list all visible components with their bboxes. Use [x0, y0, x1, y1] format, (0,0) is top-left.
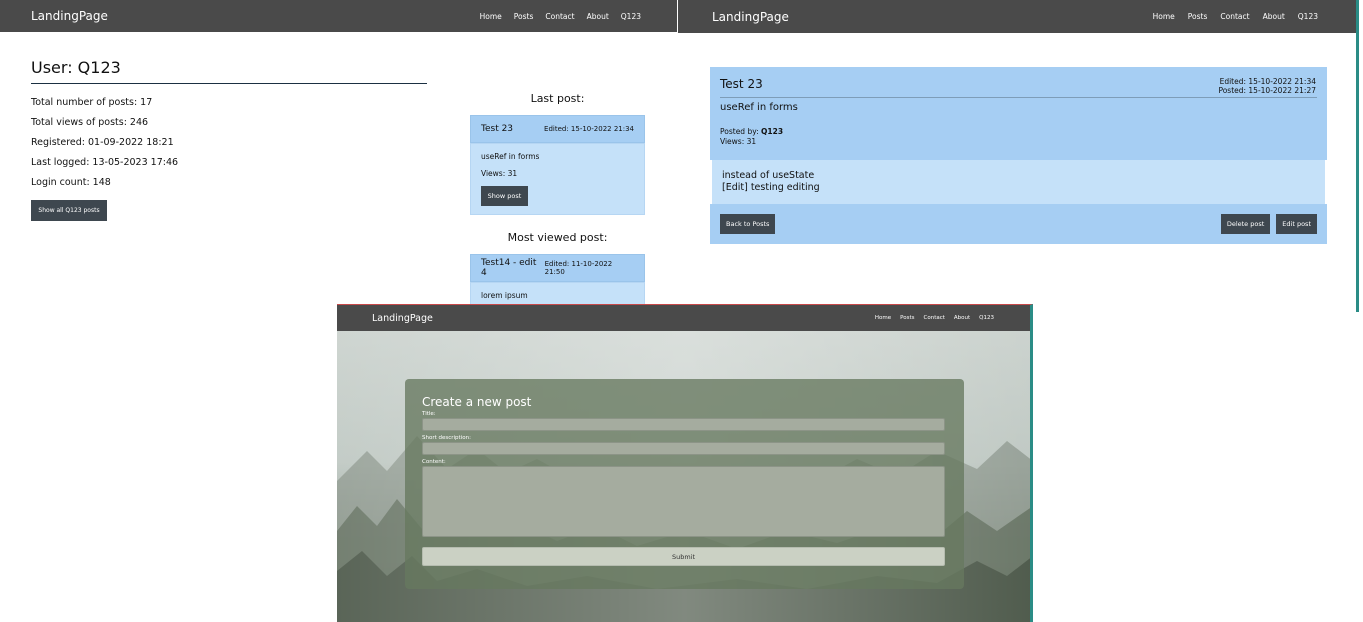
card-header: Test 23 Edited: 15-10-2022 21:34 — [470, 115, 645, 143]
post-meta: Posted by: Q123 Views: 31 — [720, 127, 1317, 147]
nav-links: Home Posts Contact About Q123 — [468, 12, 641, 21]
nav-contact[interactable]: Contact — [924, 315, 945, 321]
nav-posts[interactable]: Posts — [514, 12, 534, 21]
stat-last-logged: Last logged: 13-05-2023 17:46 — [31, 156, 178, 176]
card-edited: Edited: 11-10-2022 21:50 — [544, 260, 613, 276]
user-title: User: Q123 — [31, 58, 121, 77]
submit-button[interactable]: Submit — [422, 547, 945, 566]
content-line: [Edit] testing editing — [722, 182, 820, 193]
user-stats: Total number of posts: 17 Total views of… — [31, 96, 178, 196]
posted-by-label: Posted by: — [720, 127, 762, 136]
short-description-input[interactable] — [422, 442, 945, 455]
post-footer: Back to Posts Delete post Edit post — [710, 204, 1327, 244]
stat-label: Total number of posts: — [31, 97, 141, 108]
header-divider — [720, 97, 1317, 98]
nav-user[interactable]: Q123 — [621, 12, 641, 21]
last-post-heading: Last post: — [530, 92, 585, 105]
stat-label: Total views of posts: — [31, 117, 130, 128]
short-description-field-group: Short description: — [422, 435, 947, 455]
nav-links: Home Posts Contact About Q123 — [866, 315, 994, 321]
post-views: Views: 31 — [720, 137, 757, 146]
stat-value: 01-09-2022 18:21 — [88, 137, 174, 148]
post-posted: Posted: 15-10-2022 21:27 — [1218, 86, 1316, 95]
post-dates: Edited: 15-10-2022 21:34 Posted: 15-10-2… — [1218, 77, 1316, 95]
nav-contact[interactable]: Contact — [545, 12, 574, 21]
stat-value: 246 — [129, 117, 149, 128]
edit-post-button[interactable]: Edit post — [1276, 214, 1317, 234]
create-post-window: LandingPage Home Posts Contact About Q12… — [337, 304, 1033, 622]
nav-posts[interactable]: Posts — [900, 315, 914, 321]
nav-contact[interactable]: Contact — [1220, 12, 1249, 21]
stat-label: Last logged: — [31, 157, 93, 168]
nav-links: Home Posts Contact About Q123 — [1140, 12, 1318, 21]
posted-by-user[interactable]: Q123 — [761, 127, 783, 136]
navbar: LandingPage Home Posts Contact About Q12… — [678, 0, 1356, 33]
card-edited: Edited: 15-10-2022 21:34 — [544, 125, 634, 133]
last-post-card: Test 23 Edited: 15-10-2022 21:34 useRef … — [470, 115, 645, 215]
stat-label: Registered: — [31, 137, 88, 148]
content-label: Content: — [422, 459, 446, 465]
title-divider — [31, 83, 427, 84]
stat-registered: Registered: 01-09-2022 18:21 — [31, 136, 178, 156]
card-description: useRef in forms — [481, 152, 540, 161]
brand-logo[interactable]: LandingPage — [372, 313, 433, 324]
nav-about[interactable]: About — [954, 315, 970, 321]
post-actions: Delete post Edit post — [1215, 214, 1317, 234]
brand-logo[interactable]: LandingPage — [712, 10, 789, 24]
post-detail: Test 23 Edited: 15-10-2022 21:34 Posted:… — [710, 67, 1327, 244]
most-viewed-heading: Most viewed post: — [507, 231, 608, 244]
nav-home[interactable]: Home — [480, 12, 502, 21]
card-title[interactable]: Test 23 — [481, 124, 513, 134]
post-content: instead of useState [Edit] testing editi… — [712, 160, 1325, 204]
card-body: lorem ipsum — [470, 282, 645, 304]
content-line: instead of useState — [722, 170, 815, 181]
show-all-posts-button[interactable]: Show all Q123 posts — [31, 200, 107, 221]
post-header: Test 23 Edited: 15-10-2022 21:34 Posted:… — [710, 67, 1327, 160]
nav-user[interactable]: Q123 — [1298, 12, 1318, 21]
stat-value: 13-05-2023 17:46 — [92, 157, 179, 168]
post-detail-window: LandingPage Home Posts Contact About Q12… — [678, 0, 1359, 312]
post-description: useRef in forms — [720, 102, 798, 113]
nav-about[interactable]: About — [587, 12, 609, 21]
stat-total-posts: Total number of posts: 17 — [31, 96, 178, 116]
stat-login-count: Login count: 148 — [31, 176, 178, 196]
content-textarea[interactable] — [422, 466, 945, 537]
stat-value: 17 — [140, 97, 153, 108]
profile-window: LandingPage Home Posts Contact About Q12… — [0, 0, 677, 304]
show-post-button[interactable]: Show post — [481, 186, 528, 206]
title-label: Title: — [422, 411, 436, 417]
card-description: lorem ipsum — [481, 291, 528, 300]
nav-home[interactable]: Home — [875, 315, 891, 321]
stat-value: 148 — [92, 177, 111, 188]
nav-user[interactable]: Q123 — [979, 315, 994, 321]
brand-logo[interactable]: LandingPage — [31, 9, 108, 23]
content-field-group: Content: — [422, 459, 947, 537]
navbar: LandingPage Home Posts Contact About Q12… — [337, 305, 1030, 331]
back-to-posts-button[interactable]: Back to Posts — [720, 214, 776, 234]
most-viewed-card: Test14 - edit 4 Edited: 11-10-2022 21:50… — [470, 254, 645, 304]
post-edited: Edited: 15-10-2022 21:34 — [1219, 77, 1316, 86]
navbar: LandingPage Home Posts Contact About Q12… — [0, 0, 677, 32]
form-title: Create a new post — [422, 395, 532, 409]
nav-home[interactable]: Home — [1153, 12, 1175, 21]
nav-about[interactable]: About — [1263, 12, 1285, 21]
card-views: Views: 31 — [481, 169, 518, 178]
title-field-group: Title: — [422, 411, 947, 431]
card-body: useRef in forms Views: 31 Show post — [470, 143, 645, 215]
stat-label: Login count: — [31, 177, 93, 188]
title-input[interactable] — [422, 418, 945, 431]
nav-posts[interactable]: Posts — [1188, 12, 1208, 21]
card-header: Test14 - edit 4 Edited: 11-10-2022 21:50 — [470, 254, 645, 282]
create-post-form: Create a new post Title: Short descripti… — [405, 379, 964, 589]
card-title[interactable]: Test14 - edit 4 — [481, 258, 545, 278]
short-description-label: Short description: — [422, 435, 471, 441]
delete-post-button[interactable]: Delete post — [1220, 214, 1271, 234]
stat-total-views: Total views of posts: 246 — [31, 116, 178, 136]
